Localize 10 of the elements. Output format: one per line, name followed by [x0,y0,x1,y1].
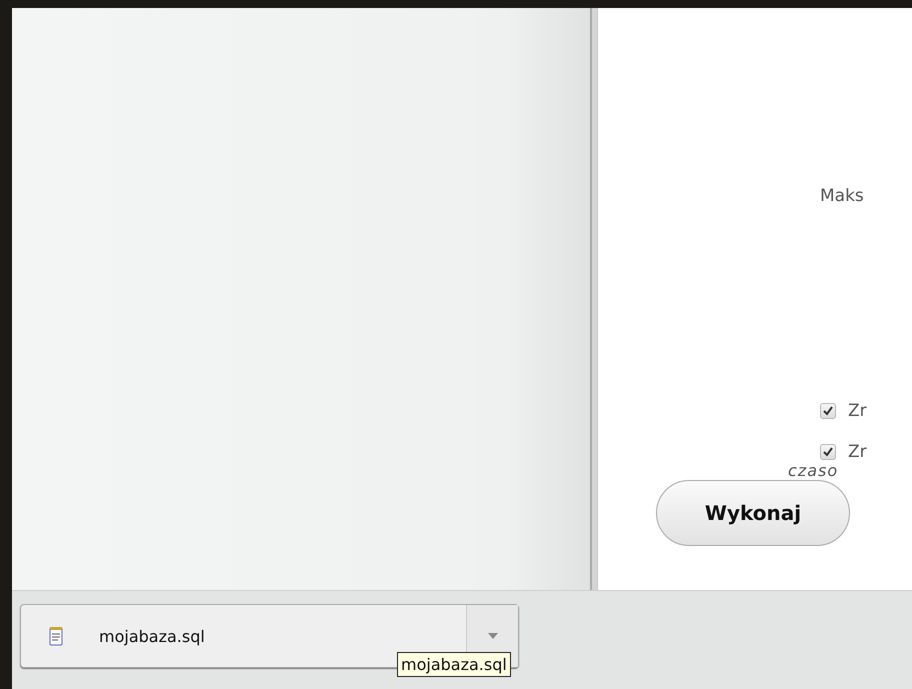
option-label: Zr [848,401,867,421]
notepad-icon [49,626,63,646]
caret-icon [488,633,498,639]
tooltip: mojabaza.sql [397,652,511,677]
note-text: czaso [788,462,838,479]
checkbox[interactable] [820,444,836,460]
checkbox[interactable] [820,403,836,419]
submit-button[interactable]: Wykonaj [656,480,850,546]
field-label: Maks [820,186,864,206]
option-label: Zr [848,442,867,462]
